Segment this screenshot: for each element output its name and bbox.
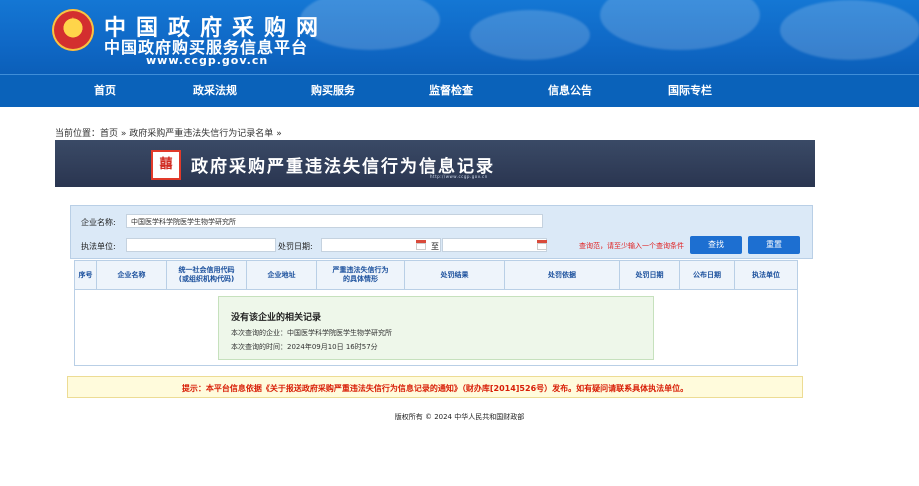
date-to-label: 至 — [431, 242, 439, 251]
col-header-enforcement-unit: 执法单位 — [752, 270, 780, 279]
col-header-penalty-date: 处罚日期 — [620, 261, 680, 289]
no-result-box: 没有该企业的相关记录 本次查询的企业：中国医学科学院医学生物学研究所 本次查询的… — [218, 296, 654, 360]
col-header-violation: 严重违法失信行为 的具体情形 — [317, 261, 405, 289]
nav-item-purchase-service[interactable]: 购买服务 — [283, 75, 383, 107]
nav-item-regulations[interactable]: 政采法规 — [165, 75, 265, 107]
col-header-penalty-basis: 处罚依据 — [505, 261, 620, 289]
nav-item-international[interactable]: 国际专栏 — [640, 75, 740, 107]
footer-copyright: 版权所有 © 2024 中华人民共和国财政部 — [394, 413, 525, 421]
cloud-decoration — [780, 0, 919, 60]
queried-company: 本次查询的企业：中国医学科学院医学生物学研究所 — [231, 329, 392, 337]
col-header-credit-code: 统一社会信用代码 (或组织机构代码) — [167, 261, 247, 289]
breadcrumb-prefix: 当前位置： — [55, 129, 101, 139]
main-nav: 首页 政采法规 购买服务 监督检查 信息公告 国际专栏 — [0, 74, 919, 107]
site-header: ★ 中国政府采购网 中国政府购买服务信息平台 www.ccgp.gov.cn — [0, 0, 919, 74]
breadcrumb: 当前位置：首页 » 政府采购严重违法失信行为记录名单 » — [55, 126, 282, 139]
search-hint: 查询范，请至少输入一个查询条件 — [579, 242, 684, 250]
breadcrumb-separator: » — [120, 129, 127, 139]
results-table-header: 序号 企业名称 统一社会信用代码 (或组织机构代码) 企业地址 严重违法失信行为… — [74, 260, 798, 290]
breadcrumb-separator: » — [276, 129, 282, 139]
enforcement-unit-input[interactable] — [126, 238, 276, 252]
cloud-decoration — [600, 0, 760, 50]
penalty-date-label: 处罚日期: — [278, 242, 313, 251]
query-time: 本次查询的时间：2024年09月10日 16时57分 — [231, 343, 378, 351]
notice-banner: 提示：本平台信息依据《关于报送政府采购严重违法失信行为信息记录的通知》（财办库[… — [67, 376, 803, 398]
nav-item-announcements[interactable]: 信息公告 — [520, 75, 620, 107]
company-name-input[interactable]: 中国医学科学院医学生物学研究所 — [126, 214, 543, 228]
col-header-penalty-result: 处罚结果 — [405, 261, 505, 289]
col-header-company: 企业名称 — [97, 261, 167, 289]
banner-url: http://www.ccgp.gov.cn — [430, 174, 488, 179]
nav-item-home[interactable]: 首页 — [55, 75, 155, 107]
page-banner: 囍 政府采购严重违法失信行为信息记录 http://www.ccgp.gov.c… — [55, 140, 815, 187]
seal-icon: 囍 — [151, 150, 181, 180]
breadcrumb-current-link[interactable]: 政府采购严重违法失信行为记录名单 — [129, 129, 273, 139]
company-name-label: 企业名称: — [81, 218, 116, 227]
enforcement-unit-label: 执法单位: — [81, 242, 116, 251]
calendar-icon[interactable] — [416, 240, 426, 250]
breadcrumb-home-link[interactable]: 首页 — [100, 129, 118, 139]
col-header-address: 企业地址 — [247, 261, 317, 289]
site-url: www.ccgp.gov.cn — [146, 54, 269, 67]
search-button[interactable]: 查找 — [690, 236, 742, 254]
nav-item-supervision[interactable]: 监督检查 — [401, 75, 501, 107]
date-to-input[interactable] — [442, 238, 547, 252]
reset-button[interactable]: 重置 — [748, 236, 800, 254]
notice-text: 提示：本平台信息依据《关于报送政府采购严重违法失信行为信息记录的通知》（财办库[… — [181, 384, 689, 393]
col-header-index: 序号 — [75, 261, 97, 289]
search-panel: 企业名称: 中国医学科学院医学生物学研究所 执法单位: 处罚日期: 至 查询范，… — [70, 205, 813, 259]
national-emblem-icon: ★ — [52, 9, 94, 51]
calendar-icon[interactable] — [537, 240, 547, 250]
no-result-title: 没有该企业的相关记录 — [231, 313, 322, 323]
col-header-publish-date: 公布日期 — [680, 261, 735, 289]
cloud-decoration — [470, 10, 590, 60]
